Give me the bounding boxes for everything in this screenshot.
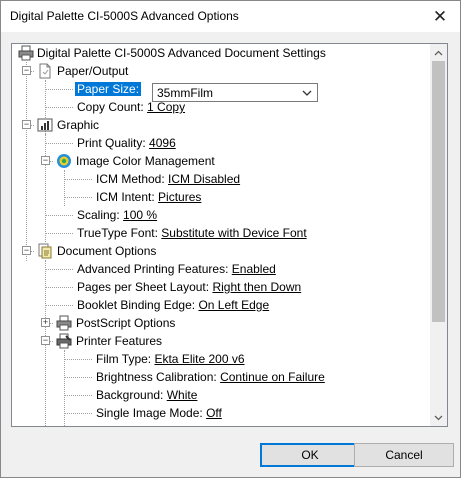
icm-method-label: ICM Method:	[96, 172, 165, 186]
tree-line	[45, 233, 73, 234]
truetype-font-item[interactable]: TrueType Font: Substitute with Device Fo…	[77, 224, 307, 242]
collapse-icm-toggle[interactable]: −	[41, 156, 50, 165]
close-icon[interactable]: ✕	[420, 1, 460, 32]
paper-size-item[interactable]: Paper Size:	[75, 80, 142, 98]
background-item[interactable]: Background: White	[96, 386, 197, 404]
chevron-down-icon[interactable]	[301, 86, 313, 100]
title-bar: Digital Palette CI-5000S Advanced Option…	[1, 1, 460, 32]
printer-features-icon	[56, 333, 72, 349]
tree-node-icm[interactable]: Image Color Management	[76, 152, 215, 170]
icm-method-item[interactable]: ICM Method: ICM Disabled	[96, 170, 240, 188]
single-image-mode-item[interactable]: Single Image Mode: Off	[96, 404, 222, 422]
collapse-paper-output-toggle[interactable]: −	[22, 66, 31, 75]
ok-button[interactable]: OK	[260, 443, 360, 467]
icm-method-value[interactable]: ICM Disabled	[168, 172, 240, 186]
tree-line	[64, 179, 92, 180]
pages-layout-label: Pages per Sheet Layout:	[77, 280, 210, 294]
scroll-down-icon[interactable]	[430, 409, 447, 426]
tree-line	[45, 215, 73, 216]
truetype-font-label: TrueType Font:	[77, 226, 158, 240]
tree-root-label[interactable]: Digital Palette CI-5000S Advanced Docume…	[37, 44, 326, 62]
tree-node-graphic[interactable]: Graphic	[57, 116, 99, 134]
tree-node-printer-features[interactable]: Printer Features	[76, 332, 162, 350]
print-quality-value[interactable]: 4096	[149, 136, 176, 150]
pages-layout-item[interactable]: Pages per Sheet Layout: Right then Down	[77, 278, 301, 296]
scroll-up-icon[interactable]	[430, 44, 447, 61]
tree-line	[45, 89, 73, 90]
scaling-label: Scaling:	[77, 208, 120, 222]
tree-line	[45, 134, 46, 242]
brightness-calibration-value[interactable]: Continue on Failure	[220, 370, 325, 384]
tree-line	[45, 269, 73, 270]
icm-intent-label: ICM Intent:	[96, 190, 155, 204]
settings-tree-view[interactable]: Digital Palette CI-5000S Advanced Docume…	[11, 43, 448, 427]
tree-line	[45, 107, 73, 108]
document-options-icon	[37, 243, 53, 259]
printer-icon	[18, 45, 34, 61]
single-image-mode-value[interactable]: Off	[206, 406, 222, 420]
background-value[interactable]: White	[167, 388, 198, 402]
tree-line	[64, 413, 92, 414]
advanced-printing-item[interactable]: Advanced Printing Features: Enabled	[77, 260, 276, 278]
page-icon	[37, 63, 53, 79]
advanced-printing-value[interactable]: Enabled	[232, 262, 276, 276]
copy-count-item[interactable]: Copy Count: 1 Copy	[77, 98, 185, 116]
tree-line	[64, 359, 92, 360]
advanced-printing-label: Advanced Printing Features:	[77, 262, 229, 276]
single-image-mode-label: Single Image Mode:	[96, 406, 203, 420]
tree-line	[64, 395, 92, 396]
window-title: Digital Palette CI-5000S Advanced Option…	[10, 9, 239, 23]
film-type-value[interactable]: Ekta Elite 200 v6	[154, 352, 244, 366]
vertical-scrollbar[interactable]	[430, 44, 447, 426]
tree-line	[45, 287, 73, 288]
collapse-graphic-toggle[interactable]: −	[22, 120, 31, 129]
tree-node-document-options[interactable]: Document Options	[57, 242, 156, 260]
print-quality-item[interactable]: Print Quality: 4096	[77, 134, 176, 152]
print-quality-label: Print Quality:	[77, 136, 146, 150]
expand-postscript-toggle[interactable]: +	[41, 318, 50, 327]
booklet-edge-value[interactable]: On Left Edge	[198, 298, 269, 312]
scaling-value[interactable]: 100 %	[123, 208, 157, 222]
tree-line	[64, 197, 92, 198]
truetype-font-value[interactable]: Substitute with Device Font	[161, 226, 306, 240]
pages-layout-value[interactable]: Right then Down	[212, 280, 301, 294]
graphic-icon	[37, 117, 53, 133]
collapse-document-options-toggle[interactable]: −	[22, 246, 31, 255]
tree-line	[26, 62, 27, 261]
tree-line	[64, 377, 92, 378]
booklet-edge-label: Booklet Binding Edge:	[77, 298, 196, 312]
tree-node-postscript[interactable]: PostScript Options	[76, 314, 175, 332]
brightness-calibration-item[interactable]: Brightness Calibration: Continue on Fail…	[96, 368, 325, 386]
film-type-label: Film Type:	[96, 352, 152, 366]
settings-tree: Digital Palette CI-5000S Advanced Docume…	[12, 44, 430, 426]
copy-count-label: Copy Count:	[77, 100, 144, 114]
collapse-printer-features-toggle[interactable]: −	[41, 336, 50, 345]
scaling-item[interactable]: Scaling: 100 %	[77, 206, 157, 224]
advanced-options-dialog: Digital Palette CI-5000S Advanced Option…	[0, 0, 461, 478]
icm-intent-value[interactable]: Pictures	[158, 190, 201, 204]
booklet-edge-item[interactable]: Booklet Binding Edge: On Left Edge	[77, 296, 269, 314]
tree-line	[45, 143, 73, 144]
tree-line	[64, 170, 65, 206]
paper-size-label: Paper Size:	[75, 82, 142, 96]
printer-icon	[56, 315, 72, 331]
copy-count-value[interactable]: 1 Copy	[147, 100, 185, 114]
color-wheel-icon	[56, 153, 72, 169]
brightness-calibration-label: Brightness Calibration:	[96, 370, 217, 384]
tree-node-paper-output[interactable]: Paper/Output	[57, 62, 128, 80]
tree-line	[45, 305, 73, 306]
tree-line	[64, 350, 65, 426]
cancel-button[interactable]: Cancel	[354, 443, 454, 467]
background-label: Background:	[96, 388, 164, 402]
film-type-item[interactable]: Film Type: Ekta Elite 200 v6	[96, 350, 245, 368]
scrollbar-thumb[interactable]	[432, 61, 445, 322]
icm-intent-item[interactable]: ICM Intent: Pictures	[96, 188, 201, 206]
